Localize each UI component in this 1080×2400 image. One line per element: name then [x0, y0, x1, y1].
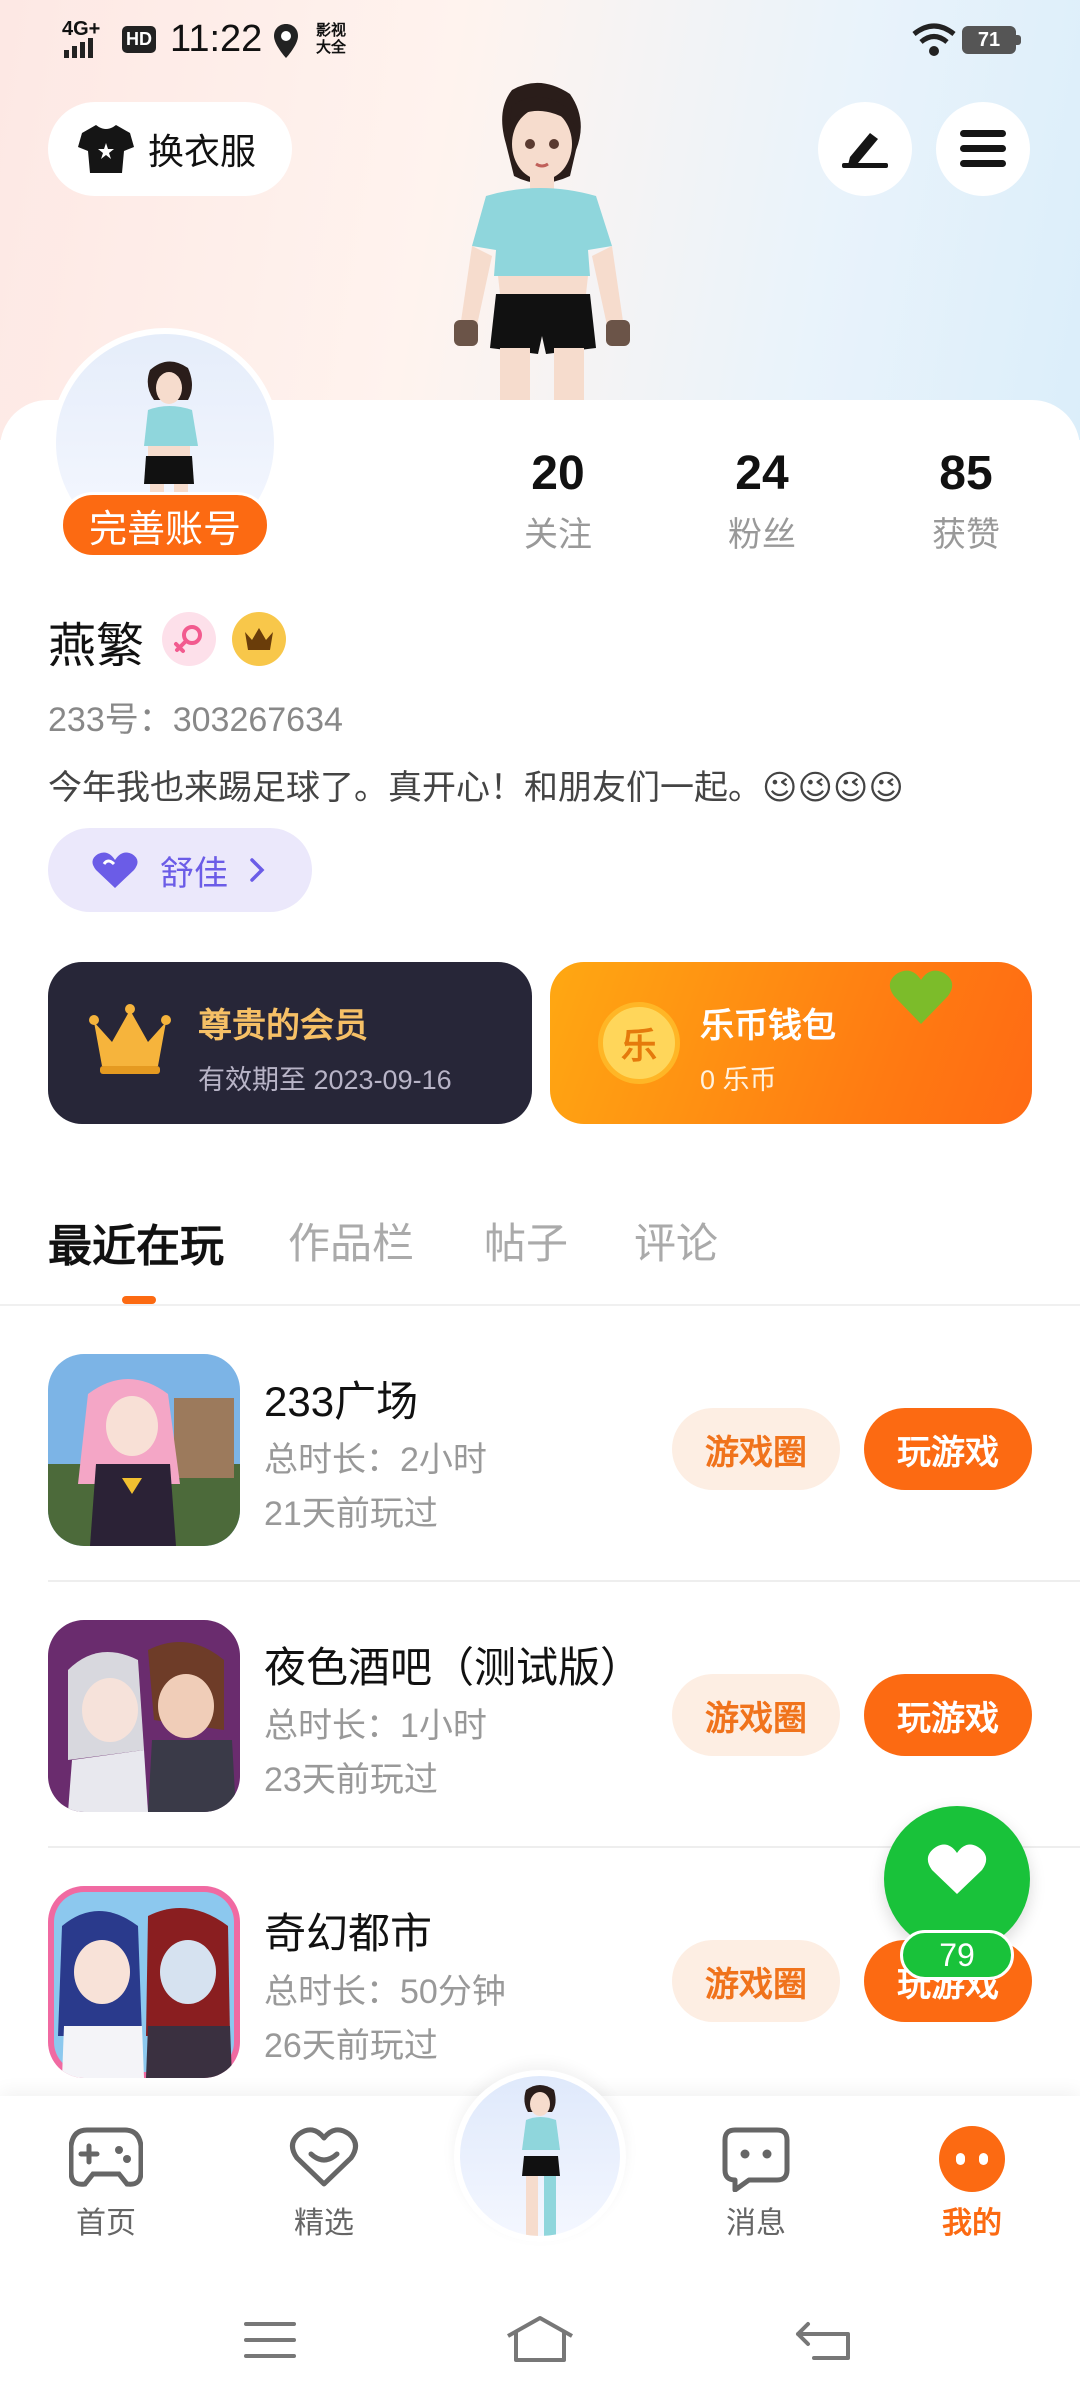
female-icon	[174, 625, 202, 653]
following-label: 关注	[524, 516, 592, 554]
tab-works[interactable]: 作品栏	[288, 1210, 414, 1271]
battery-indicator: 71	[962, 26, 1016, 54]
hd-badge: HD	[122, 26, 156, 53]
game-icon-fantasy-city	[48, 1886, 240, 2078]
crown-icon	[89, 1004, 171, 1074]
gender-badge	[162, 612, 216, 666]
heart-icon	[927, 1844, 987, 1894]
user-name: 燕繁	[48, 620, 145, 673]
heart-icon	[889, 970, 953, 1024]
following-count: 20	[531, 447, 585, 500]
chat-bubble-icon	[722, 2127, 790, 2192]
game-title: 233广场	[264, 1378, 419, 1425]
list-item[interactable]: 夜色酒吧（测试版） 总时长：1小时 23天前玩过 游戏圈 玩游戏	[0, 1588, 1080, 1854]
tab-comments[interactable]: 评论	[634, 1210, 718, 1271]
change-outfit-button[interactable]: 换衣服	[48, 102, 292, 196]
chevron-right-icon	[250, 858, 265, 882]
row-divider	[48, 1580, 1080, 1582]
user-bio: 今年我也来踢足球了。真开心！和朋友们一起。😉😉😉😉	[48, 769, 904, 807]
list-item[interactable]: 233广场 总时长：2小时 21天前玩过 游戏圈 玩游戏	[0, 1322, 1080, 1588]
nav-item-home[interactable]: 首页	[36, 2126, 176, 2242]
wifi-icon	[912, 23, 956, 56]
like-count-badge: 79	[900, 1930, 1014, 1980]
heart-outline-icon	[290, 2127, 358, 2187]
tab-posts[interactable]: 帖子	[484, 1210, 568, 1271]
followers-label: 粉丝	[728, 516, 796, 554]
tab-recently-played[interactable]: 最近在玩	[48, 1210, 224, 1274]
gamepad-icon	[69, 2127, 143, 2187]
play-game-button[interactable]: 玩游戏	[864, 1674, 1032, 1756]
game-circle-button[interactable]: 游戏圈	[672, 1940, 840, 2022]
active-tab-indicator	[122, 1296, 156, 1304]
system-nav-bar	[0, 2276, 1080, 2400]
heart-icon	[92, 852, 138, 888]
game-title: 夜色酒吧（测试版）	[264, 1644, 643, 1691]
home-icon[interactable]	[504, 2314, 576, 2364]
stat-followers[interactable]: 24 粉丝	[682, 446, 842, 556]
likes-count: 85	[939, 447, 993, 500]
tabs-divider	[0, 1304, 1080, 1306]
game-last-played: 26天前玩过	[264, 2027, 438, 2065]
tshirt-icon	[78, 125, 134, 173]
play-game-button[interactable]: 玩游戏	[864, 1408, 1032, 1490]
nav-item-profile[interactable]: 我的	[902, 2126, 1042, 2242]
game-last-played: 21天前玩过	[264, 1495, 438, 1533]
menu-button[interactable]	[936, 102, 1030, 196]
profile-face-icon	[939, 2126, 1005, 2192]
nav-avatar	[460, 2076, 620, 2236]
recent-apps-icon[interactable]	[244, 2320, 296, 2360]
location-icon	[274, 24, 298, 58]
nav-label-featured: 精选	[294, 2207, 354, 2240]
game-icon-233-plaza	[48, 1354, 240, 1546]
status-bar: 4G+ HD 11:22 影视大全 71	[0, 0, 1080, 80]
game-circle-button[interactable]: 游戏圈	[672, 1674, 840, 1756]
game-last-played: 23天前玩过	[264, 1761, 438, 1799]
stat-following[interactable]: 20 关注	[478, 446, 638, 556]
nav-label-messages: 消息	[726, 2207, 786, 2240]
game-circle-button[interactable]: 游戏圈	[672, 1408, 840, 1490]
nav-avatar-button[interactable]	[454, 2070, 626, 2242]
member-title: 尊贵的会员	[198, 1007, 368, 1045]
complete-account-button[interactable]: 完善账号	[60, 492, 270, 558]
clock: 11:22	[170, 18, 263, 60]
likes-label: 获赞	[932, 516, 1000, 554]
game-title: 奇幻都市	[264, 1910, 433, 1957]
change-outfit-label: 换衣服	[148, 131, 257, 172]
stat-likes[interactable]: 85 获赞	[886, 446, 1046, 556]
crown-icon	[245, 628, 273, 650]
friend-tag-label: 舒佳	[160, 854, 228, 893]
nav-item-featured[interactable]: 精选	[254, 2126, 394, 2242]
hamburger-icon	[960, 130, 1006, 167]
avatar-3d-figure[interactable]	[420, 80, 660, 410]
vip-badge[interactable]	[232, 612, 286, 666]
game-duration: 总时长：50分钟	[264, 1973, 506, 2011]
member-card[interactable]: 尊贵的会员 有效期至 2023-09-16	[48, 962, 532, 1124]
back-icon[interactable]	[794, 2316, 852, 2362]
member-expiry: 有效期至 2023-09-16	[198, 1065, 452, 1095]
wallet-title: 乐币钱包	[700, 1007, 836, 1045]
bottom-nav: 首页 精选 消息 我的	[0, 2070, 1080, 2276]
game-duration: 总时长：2小时	[264, 1441, 487, 1479]
nav-item-messages[interactable]: 消息	[686, 2126, 826, 2242]
nav-label-home: 首页	[76, 2207, 136, 2240]
signal-icon	[64, 38, 93, 58]
game-icon-night-bar	[48, 1620, 240, 1812]
coin-icon: 乐	[598, 1002, 680, 1084]
avatar-image	[522, 2085, 560, 2236]
game-duration: 总时长：1小时	[264, 1707, 487, 1745]
nav-label-profile: 我的	[942, 2207, 1002, 2240]
user-id: 233号：303267634	[48, 701, 343, 739]
edit-button[interactable]	[818, 102, 912, 196]
friend-tag[interactable]: 舒佳	[48, 828, 312, 912]
app-indicator-label: 影视大全	[316, 22, 347, 56]
battery-tip	[1016, 35, 1021, 45]
wallet-card[interactable]: 乐 乐币钱包 0 乐币	[550, 962, 1032, 1124]
pencil-icon	[842, 133, 888, 168]
wallet-balance: 0 乐币	[700, 1065, 777, 1095]
followers-count: 24	[735, 447, 789, 500]
